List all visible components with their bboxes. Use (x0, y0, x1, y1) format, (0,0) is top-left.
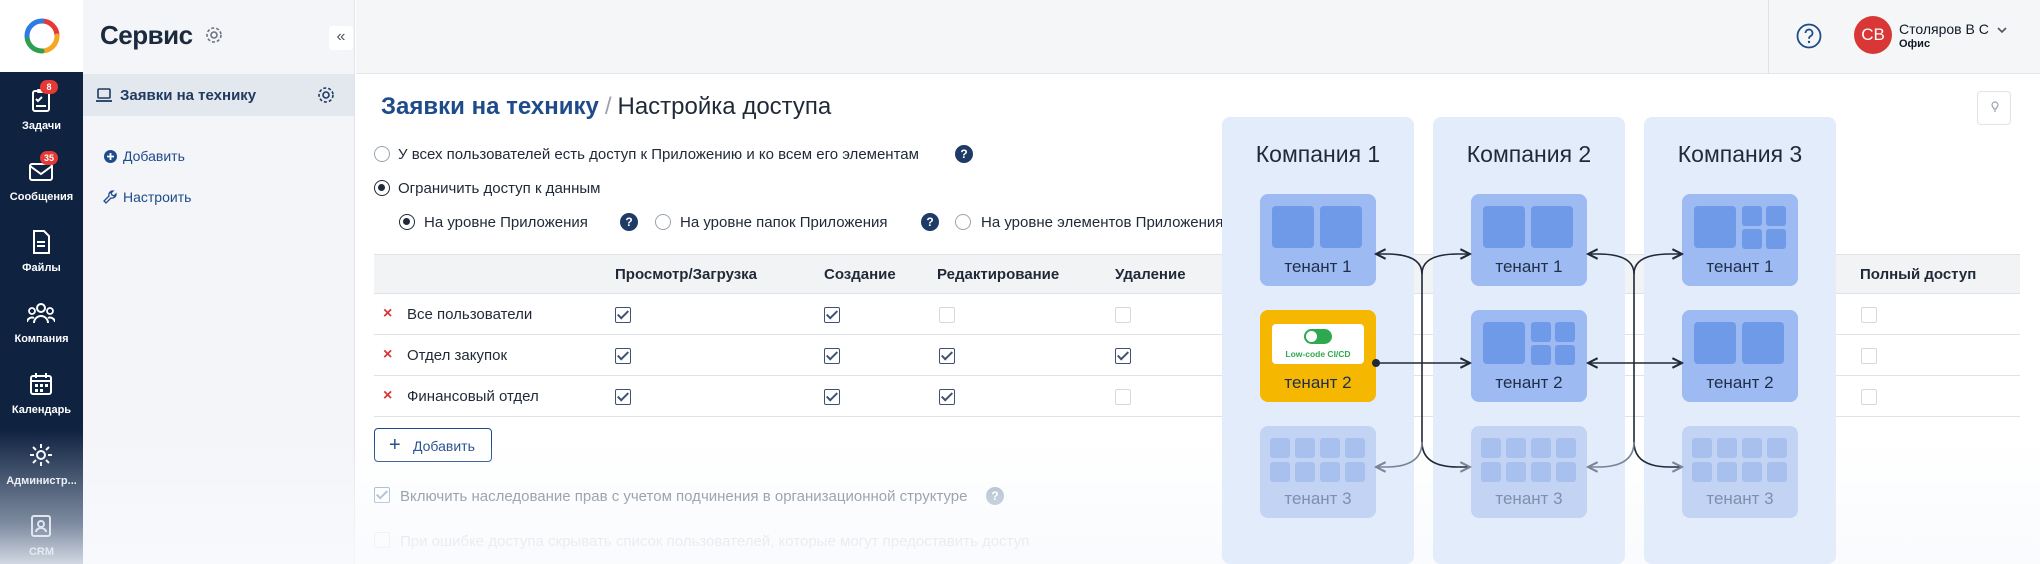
service-title: Сервис (100, 20, 193, 50)
app-logo[interactable] (0, 0, 83, 72)
collapse-panel-button[interactable]: « (329, 26, 353, 50)
service-settings-icon[interactable] (205, 26, 223, 44)
col-view: Просмотр/Загрузка (615, 266, 758, 283)
col-full: Полный доступ (1860, 266, 1977, 283)
service-panel: Сервис « Заявки на технику Добавить Наст… (83, 0, 355, 564)
topbar-divider (1768, 0, 1769, 74)
remove-row-icon[interactable]: × (383, 387, 392, 405)
rail-label-files: Файлы (22, 262, 61, 274)
add-row-label: Добавить (413, 438, 475, 454)
calendar-icon (30, 373, 52, 395)
rail-item-calendar[interactable]: Календарь (0, 364, 83, 434)
access-all-label: У всех пользователей есть доступ к Прило… (398, 146, 919, 163)
logo-icon (24, 18, 59, 54)
rail-item-company[interactable]: Компания (0, 293, 83, 363)
item-settings-icon[interactable] (317, 86, 335, 104)
plus-circle-icon (104, 150, 117, 163)
page-help-button[interactable] (1977, 91, 2011, 125)
chevron-down-icon[interactable] (1996, 24, 2008, 36)
page-title: Настройка доступа (617, 93, 832, 120)
rail-label-tasks: Задачи (22, 120, 61, 132)
perm-checkbox[interactable] (939, 389, 955, 405)
col-create: Создание (824, 266, 896, 283)
gear-icon (30, 444, 52, 466)
user-location: Офис (1899, 38, 1931, 50)
level-folders-help-icon[interactable]: ? (921, 213, 939, 231)
avatar[interactable]: СВ (1854, 16, 1892, 54)
col-delete: Удаление (1115, 266, 1186, 283)
level-app-label: На уровне Приложения (424, 214, 588, 231)
level-folders-label: На уровне папок Приложения (680, 214, 888, 231)
perm-checkbox[interactable] (824, 307, 840, 323)
remove-row-icon[interactable]: × (383, 346, 392, 364)
rail-item-crm[interactable]: CRM (0, 506, 83, 564)
access-all-radio[interactable] (374, 146, 390, 162)
help-icon[interactable] (1796, 23, 1822, 49)
perm-checkbox[interactable] (939, 348, 955, 364)
row-name: Отдел закупок (407, 347, 508, 364)
wrench-icon (103, 190, 117, 204)
level-app-radio[interactable] (399, 214, 415, 230)
perm-checkbox[interactable] (1115, 389, 1131, 405)
add-row-button[interactable]: + Добавить (374, 428, 492, 462)
rail-label-crm: CRM (28, 546, 55, 558)
perm-checkbox[interactable] (1115, 348, 1131, 364)
inherit-help-icon[interactable]: ? (986, 487, 1004, 505)
rail-label-admin: Администр... (6, 475, 77, 487)
perm-checkbox[interactable] (1861, 307, 1877, 323)
rail-label-calendar: Календарь (11, 404, 72, 416)
plus-icon: + (389, 434, 401, 456)
rail-label-messages: Сообщения (9, 191, 74, 203)
service-item-label: Заявки на технику (120, 87, 257, 104)
perm-checkbox[interactable] (824, 348, 840, 364)
remove-row-icon[interactable]: × (383, 305, 392, 323)
level-folders-radio[interactable] (655, 214, 671, 230)
tasks-badge: 8 (40, 80, 58, 94)
error-label: При ошибке доступа скрывать список польз… (400, 533, 1030, 550)
row-name: Финансовый отдел (407, 388, 539, 405)
breadcrumb-separator: / (604, 93, 612, 120)
people-icon (27, 303, 55, 324)
perm-checkbox[interactable] (615, 348, 631, 364)
messages-badge: 35 (40, 151, 58, 165)
laptop-icon (96, 88, 112, 102)
service-add-label: Добавить (123, 148, 185, 164)
service-item-equipment-requests[interactable]: Заявки на технику (83, 74, 354, 116)
access-all-help-icon[interactable]: ? (955, 145, 973, 163)
access-limited-radio[interactable] (374, 180, 390, 196)
lightbulb-icon (1991, 101, 1999, 112)
perm-checkbox[interactable] (1861, 389, 1877, 405)
level-elements-label: На уровне элементов Приложения (981, 214, 1224, 231)
perm-checkbox[interactable] (1115, 307, 1131, 323)
top-bar: СВ Столяров В С Офис (356, 0, 2040, 74)
col-edit: Редактирование (937, 266, 1060, 283)
rail-item-tasks[interactable]: 8 Задачи (0, 80, 83, 150)
app-rail: 8 Задачи 35 Сообщения Файлы Компания Кал… (0, 0, 83, 564)
inherit-label: Включить наследование прав с учетом подч… (400, 488, 968, 505)
level-elements-radio[interactable] (955, 214, 971, 230)
file-icon (33, 230, 50, 254)
tenant-diagram: Компания 1 тенант 1 Low-code CI/CD тенан… (1206, 112, 1846, 564)
perm-checkbox[interactable] (615, 307, 631, 323)
user-name[interactable]: Столяров В С (1899, 21, 1989, 37)
rail-item-messages[interactable]: 35 Сообщения (0, 151, 83, 221)
row-name: Все пользователи (407, 306, 533, 323)
access-limited-label: Ограничить доступ к данным (398, 180, 601, 197)
perm-checkbox[interactable] (939, 307, 955, 323)
breadcrumb-parent[interactable]: Заявки на технику (381, 93, 599, 120)
error-checkbox[interactable] (374, 532, 390, 548)
rail-label-company: Компания (14, 333, 69, 345)
perm-checkbox[interactable] (824, 389, 840, 405)
connector-lines (1372, 112, 1846, 564)
service-configure-label: Настроить (123, 189, 192, 205)
perm-checkbox[interactable] (615, 389, 631, 405)
breadcrumb: Заявки на технику / Настройка доступа (381, 93, 831, 121)
perm-checkbox[interactable] (1861, 348, 1877, 364)
inherit-checkbox[interactable] (374, 487, 390, 503)
crm-icon (31, 515, 51, 537)
rail-item-files[interactable]: Файлы (0, 222, 83, 292)
level-app-help-icon[interactable]: ? (620, 213, 638, 231)
rail-item-admin[interactable]: Администр... (0, 435, 83, 505)
